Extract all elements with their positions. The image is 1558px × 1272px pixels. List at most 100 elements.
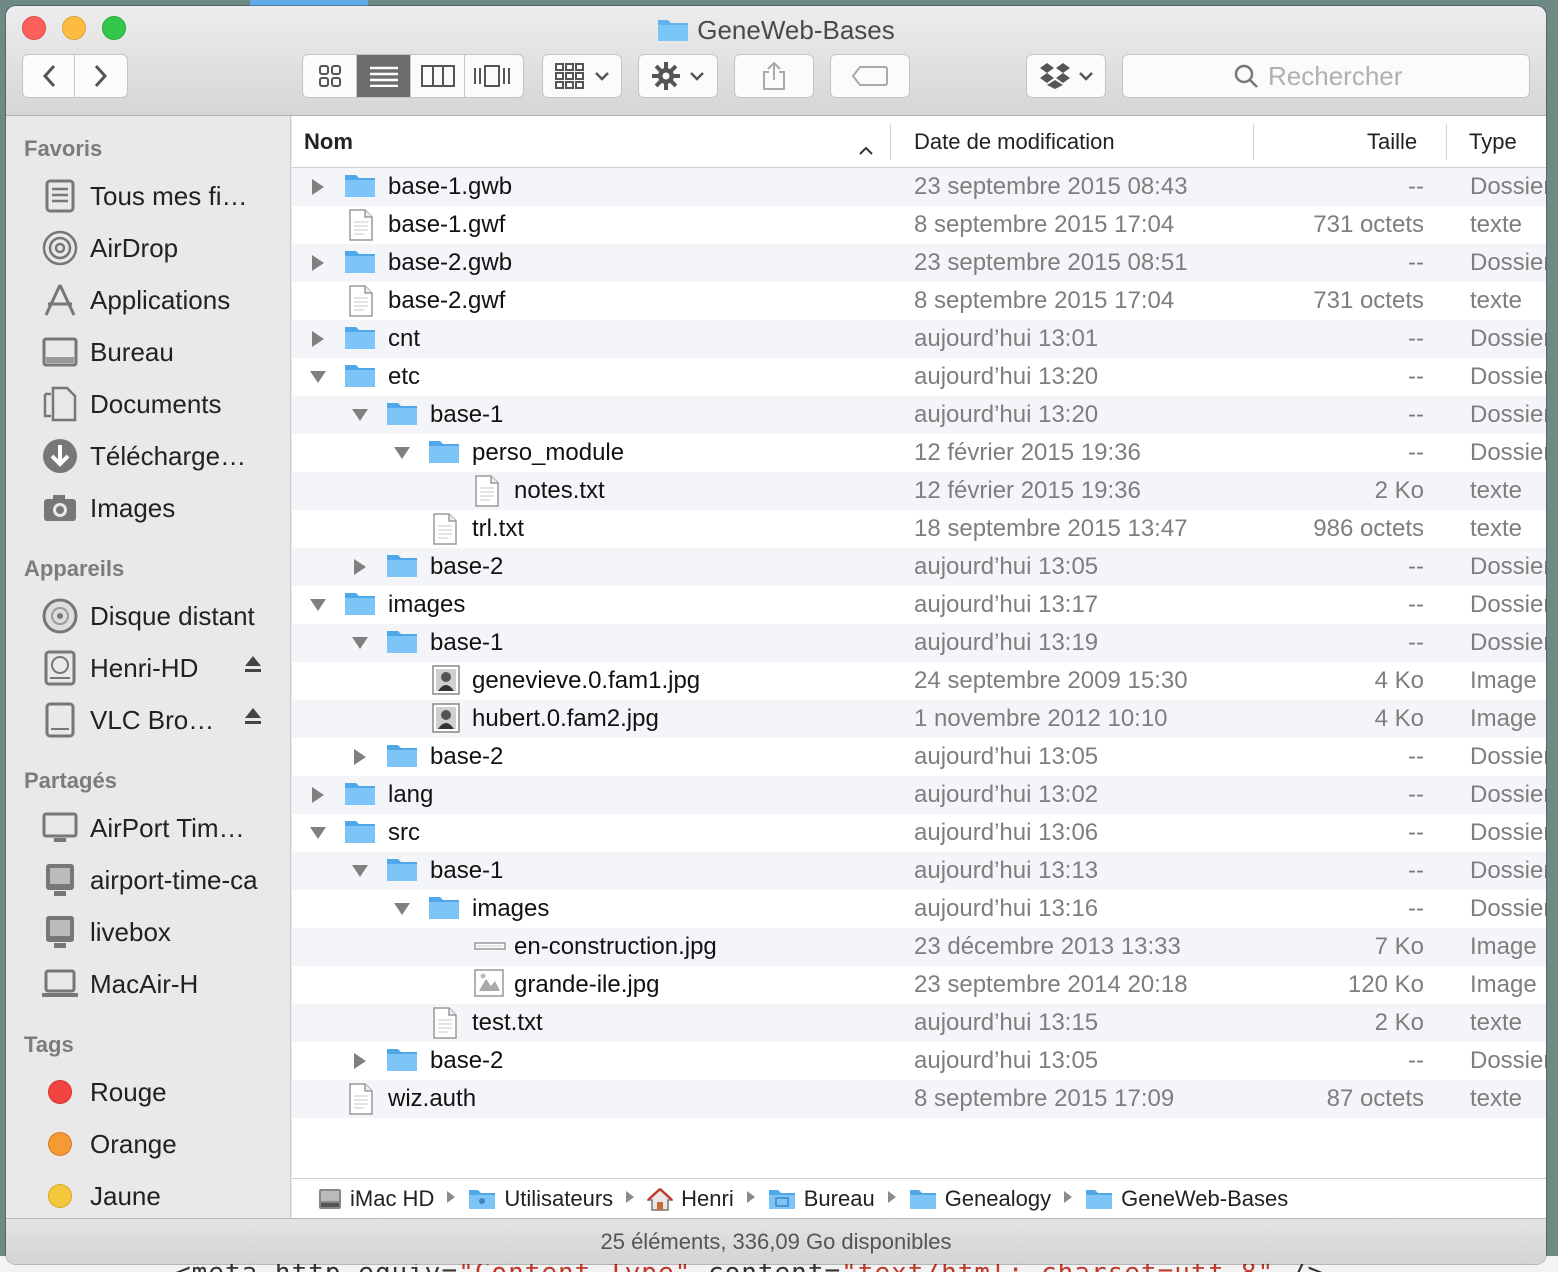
file-row[interactable]: lang aujourd’hui 13:02 -- Dossier xyxy=(292,776,1546,814)
back-button[interactable] xyxy=(23,55,76,97)
tag-button[interactable] xyxy=(830,54,910,98)
sidebar-item-livebox[interactable]: livebox xyxy=(6,906,291,958)
laptop-icon xyxy=(40,964,80,1004)
breadcrumb-item[interactable]: Henri xyxy=(647,1186,734,1212)
disclosure-triangle-icon[interactable] xyxy=(308,177,328,197)
sidebar-item-airport-time-ca[interactable]: airport-time-ca xyxy=(6,854,291,906)
file-row[interactable]: etc aujourd’hui 13:20 -- Dossier xyxy=(292,358,1546,396)
share-button[interactable] xyxy=(734,54,814,98)
sidebar-tag-yellow[interactable]: Jaune xyxy=(6,1170,291,1222)
column-view-button[interactable] xyxy=(411,55,465,97)
file-row[interactable]: base-1.gwb 23 septembre 2015 08:43 -- Dossi… xyxy=(292,168,1546,206)
arrange-button[interactable] xyxy=(542,54,622,98)
file-row[interactable]: base-1 aujourd’hui 13:20 -- Dossier xyxy=(292,396,1546,434)
forward-button[interactable] xyxy=(75,55,127,97)
sidebar-item-applications[interactable]: Applications xyxy=(6,274,291,326)
file-name: base-2 xyxy=(430,743,504,770)
column-date-header[interactable]: Date de modification xyxy=(914,116,1115,168)
sidebar-item-vlc[interactable]: VLC Bro… xyxy=(6,694,291,746)
file-size: 87 octets xyxy=(1326,1085,1424,1112)
file-row[interactable]: images aujourd’hui 13:17 -- Dossier xyxy=(292,586,1546,624)
folder-icon xyxy=(386,855,418,888)
file-date: aujourd’hui 13:20 xyxy=(914,401,1099,428)
file-row[interactable]: base-1 aujourd’hui 13:13 -- Dossier xyxy=(292,852,1546,890)
sidebar-item-label: Tous mes fi… xyxy=(90,180,248,211)
disclosure-triangle-icon[interactable] xyxy=(350,861,370,881)
file-row[interactable]: perso_module 12 février 2015 19:36 -- Dossi… xyxy=(292,434,1546,472)
sort-ascending-icon[interactable] xyxy=(858,136,874,162)
sidebar-item-henri-hd[interactable]: Henri-HD xyxy=(6,642,291,694)
disclosure-triangle-icon[interactable] xyxy=(308,595,328,615)
sidebar-item-pictures[interactable]: Images xyxy=(6,482,291,534)
breadcrumb-item[interactable]: GeneWeb-Bases xyxy=(1085,1186,1288,1212)
cover-flow-button[interactable] xyxy=(465,55,519,97)
sidebar-tag-orange[interactable]: Orange xyxy=(6,1118,291,1170)
file-type: Dossier xyxy=(1470,401,1546,428)
sidebar-item-downloads[interactable]: Télécharge… xyxy=(6,430,291,482)
breadcrumb-item[interactable]: Bureau xyxy=(768,1186,875,1212)
column-separator[interactable] xyxy=(1446,124,1447,160)
file-row[interactable]: genevieve.0.fam1.jpg 24 septembre 2009 15… xyxy=(292,662,1546,700)
file-row[interactable]: trl.txt 18 septembre 2015 13:47 986 octets… xyxy=(292,510,1546,548)
file-row[interactable]: test.txt aujourd’hui 13:15 2 Ko texte xyxy=(292,1004,1546,1042)
file-row[interactable]: base-2.gwf 8 septembre 2015 17:04 731 octe… xyxy=(292,282,1546,320)
sidebar-item-documents[interactable]: Documents xyxy=(6,378,291,430)
disclosure-triangle-icon[interactable] xyxy=(350,557,370,577)
file-row[interactable]: base-2 aujourd’hui 13:05 -- Dossier xyxy=(292,548,1546,586)
disclosure-triangle-icon[interactable] xyxy=(350,1051,370,1071)
file-row[interactable]: images aujourd’hui 13:16 -- Dossier xyxy=(292,890,1546,928)
sidebar-item-desktop[interactable]: Bureau xyxy=(6,326,291,378)
file-row[interactable]: base-2.gwb 23 septembre 2015 08:51 -- Dossi… xyxy=(292,244,1546,282)
list-view-button[interactable] xyxy=(357,55,411,97)
file-type: Dossier xyxy=(1470,629,1546,656)
breadcrumb-item[interactable]: Utilisateurs xyxy=(468,1186,613,1212)
eject-icon[interactable] xyxy=(243,706,263,731)
file-row[interactable]: grande-ile.jpg 23 septembre 2014 20:18 120… xyxy=(292,966,1546,1004)
disclosure-triangle-icon[interactable] xyxy=(350,633,370,653)
search-input[interactable] xyxy=(1268,60,1418,92)
column-name-header[interactable]: Nom xyxy=(304,116,353,168)
sidebar-tag-red[interactable]: Rouge xyxy=(6,1066,291,1118)
sidebar-item-macair-h[interactable]: MacAir-H xyxy=(6,958,291,1010)
column-size-header[interactable]: Taille xyxy=(1367,116,1417,168)
file-row[interactable]: en-construction.jpg 23 décembre 2013 13:3… xyxy=(292,928,1546,966)
file-date: aujourd’hui 13:05 xyxy=(914,1047,1099,1074)
chevron-left-icon xyxy=(42,64,55,88)
icon-view-button[interactable] xyxy=(303,55,357,97)
action-button[interactable] xyxy=(638,54,718,98)
disclosure-triangle-icon[interactable] xyxy=(308,823,328,843)
sidebar-item-airport-tim[interactable]: AirPort Tim… xyxy=(6,802,291,854)
column-separator[interactable] xyxy=(1253,124,1254,160)
disclosure-triangle-icon[interactable] xyxy=(308,367,328,387)
file-row[interactable]: src aujourd’hui 13:06 -- Dossier xyxy=(292,814,1546,852)
disclosure-triangle-icon[interactable] xyxy=(392,443,412,463)
sidebar-item-all-files[interactable]: Tous mes fi… xyxy=(6,170,291,222)
disclosure-triangle-icon[interactable] xyxy=(350,747,370,767)
disclosure-triangle-icon[interactable] xyxy=(308,329,328,349)
sidebar-item-airdrop[interactable]: AirDrop xyxy=(6,222,291,274)
file-row[interactable]: hubert.0.fam2.jpg 1 novembre 2012 10:10 4 … xyxy=(292,700,1546,738)
column-separator[interactable] xyxy=(890,124,891,160)
file-row[interactable]: base-1 aujourd’hui 13:19 -- Dossier xyxy=(292,624,1546,662)
file-row[interactable]: base-1.gwf 8 septembre 2015 17:04 731 octe… xyxy=(292,206,1546,244)
file-date: aujourd’hui 13:19 xyxy=(914,629,1099,656)
file-row[interactable]: cnt aujourd’hui 13:01 -- Dossier xyxy=(292,320,1546,358)
breadcrumb-item[interactable]: iMac HD xyxy=(318,1186,434,1212)
breadcrumb-item[interactable]: Genealogy xyxy=(909,1186,1051,1212)
column-type-header[interactable]: Type xyxy=(1469,116,1517,168)
file-row[interactable]: base-2 aujourd’hui 13:05 -- Dossier xyxy=(292,738,1546,776)
disclosure-triangle-icon[interactable] xyxy=(308,253,328,273)
file-row[interactable]: notes.txt 12 février 2015 19:36 2 Ko texte xyxy=(292,472,1546,510)
disclosure-triangle-icon[interactable] xyxy=(308,785,328,805)
search-field[interactable] xyxy=(1122,54,1530,98)
dropbox-button[interactable] xyxy=(1026,54,1106,98)
file-type: Dossier xyxy=(1470,857,1546,884)
sidebar-item-remote-disc[interactable]: Disque distant xyxy=(6,590,291,642)
file-row[interactable]: base-2 aujourd’hui 13:05 -- Dossier xyxy=(292,1042,1546,1080)
disclosure-triangle-icon[interactable] xyxy=(350,405,370,425)
file-row[interactable]: wiz.auth 8 septembre 2015 17:09 87 octets t… xyxy=(292,1080,1546,1118)
folder-icon xyxy=(657,16,689,49)
eject-icon[interactable] xyxy=(243,654,263,679)
sidebar-item-label: Henri-HD xyxy=(90,652,199,683)
disclosure-triangle-icon[interactable] xyxy=(392,899,412,919)
